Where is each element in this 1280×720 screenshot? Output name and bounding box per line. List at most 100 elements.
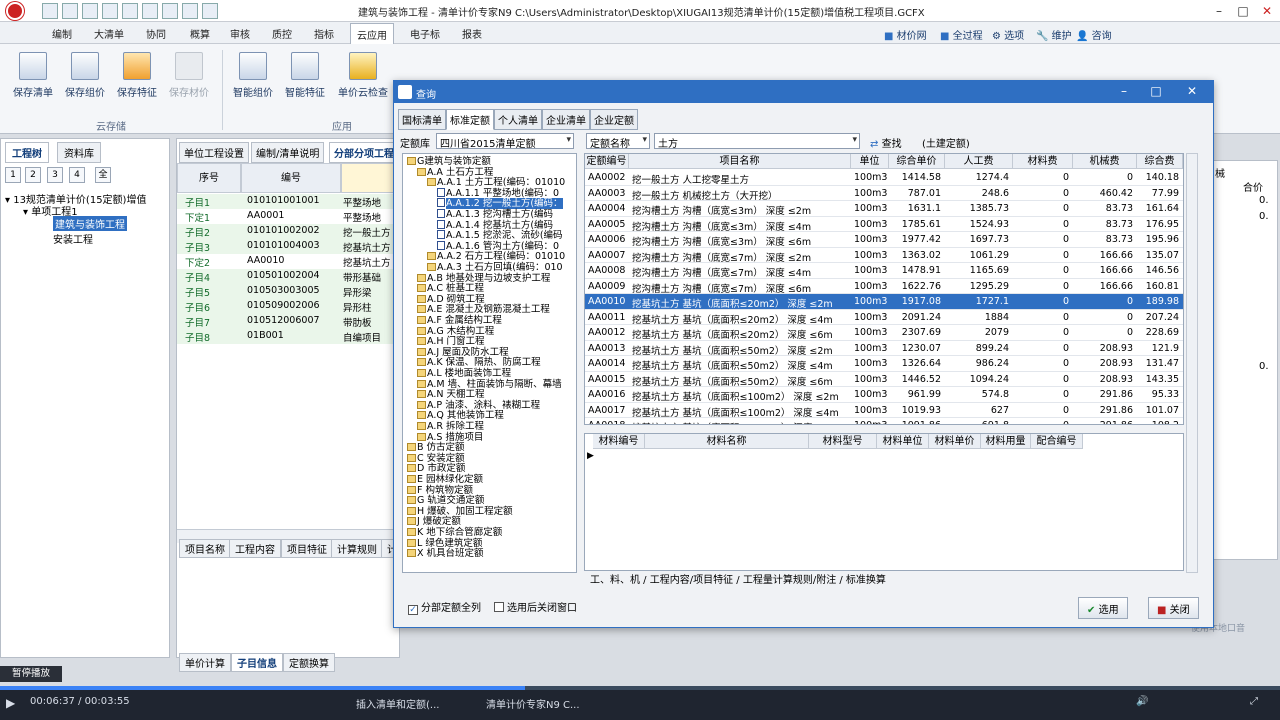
- save-feature-button[interactable]: 保存特征: [114, 52, 160, 99]
- apply-button[interactable]: ✔ 选用: [1078, 597, 1128, 619]
- export-icon[interactable]: [162, 3, 178, 19]
- field-select[interactable]: 定额名称 ▾: [586, 133, 650, 150]
- find-button[interactable]: ⇄ 查找: [870, 135, 902, 150]
- open-file-icon[interactable]: [62, 3, 78, 19]
- level-3-button[interactable]: 3: [47, 167, 63, 183]
- dialog-maximize-button[interactable]: □: [1146, 84, 1166, 98]
- quota-col-header[interactable]: 项目名称: [629, 154, 851, 169]
- tab-item-feature[interactable]: 项目特征: [281, 539, 333, 558]
- full-process-link[interactable]: ■ 全过程: [940, 27, 983, 42]
- library-select[interactable]: 四川省2015清单定额 ▾: [436, 133, 574, 150]
- tab-quality[interactable]: 质控: [272, 26, 292, 41]
- material-col-header[interactable]: 材料型号: [809, 434, 877, 449]
- tab-unit-price-calc[interactable]: 单价计算: [179, 653, 231, 672]
- tab-enterprise-quota[interactable]: 企业定额: [590, 109, 638, 130]
- quota-col-header[interactable]: 单位: [851, 154, 889, 169]
- material-price-link[interactable]: ■ 材价网: [884, 27, 927, 42]
- close-after-apply-checkbox[interactable]: [494, 602, 504, 612]
- quota-table-row[interactable]: AA0010 挖基坑土方 基坑（底面积≤20m2） 深度 ≤2m 100m3 1917…: [585, 294, 1183, 310]
- options-link[interactable]: ⚙ 选项: [992, 27, 1024, 42]
- close-after-apply-option[interactable]: 选用后关闭窗口: [494, 599, 577, 614]
- minimize-button[interactable]: –: [1208, 2, 1230, 20]
- unit-price-check-button[interactable]: 单价云检查: [334, 52, 392, 99]
- undo-icon[interactable]: [122, 3, 138, 19]
- main-table-row[interactable]: 子目7 010512006007 带肋板: [177, 314, 399, 329]
- taskbar-item-app[interactable]: 清单计价专家N9 C...: [486, 696, 580, 711]
- tab-index[interactable]: 指标: [314, 26, 334, 41]
- dialog-minimize-button[interactable]: –: [1114, 84, 1134, 98]
- main-table-row[interactable]: 下定1 AA0001 平整场地: [177, 209, 399, 224]
- quota-table-row[interactable]: AA0005 挖沟槽土方 沟槽（底宽≤3m） 深度 ≤4m 100m3 1785.61…: [585, 217, 1183, 233]
- tab-cloud-app[interactable]: 云应用: [350, 23, 394, 44]
- image-icon[interactable]: [202, 3, 218, 19]
- quota-v-scrollbar[interactable]: [1186, 153, 1198, 573]
- quota-table-row[interactable]: AA0017 挖基坑土方 基坑（底面积≤100m2） 深度 ≤4m 100m3 101…: [585, 403, 1183, 419]
- detail-tab-strip[interactable]: 工、料、机 / 工程内容/项目特征 / 工程量计算规则/附注 / 标准换算: [590, 571, 886, 586]
- main-table-row[interactable]: 子目2 010101002002 挖一般土方: [177, 224, 399, 239]
- quota-table-row[interactable]: AA0002 挖一般土方 人工挖零星土方 100m3 1414.58 1274.4 0 0 1…: [585, 170, 1183, 186]
- maximize-button[interactable]: □: [1232, 2, 1254, 20]
- tab-standard-quota[interactable]: 标准定额: [446, 109, 494, 130]
- tree-installation[interactable]: 安装工程: [53, 231, 93, 246]
- quota-table-row[interactable]: AA0012 挖基坑土方 基坑（底面积≤20m2） 深度 ≤6m 100m3 2307…: [585, 325, 1183, 341]
- quota-table-row[interactable]: AA0011 挖基坑土方 基坑（底面积≤20m2） 深度 ≤4m 100m3 2091…: [585, 310, 1183, 326]
- print-icon[interactable]: [182, 3, 198, 19]
- level-1-button[interactable]: 1: [5, 167, 21, 183]
- quota-col-header[interactable]: 人工费: [945, 154, 1013, 169]
- tab-compile[interactable]: 编制: [52, 26, 72, 41]
- tab-project-tree[interactable]: 工程树: [5, 142, 49, 163]
- quota-table-row[interactable]: AA0003 挖一般土方 机械挖土方（大开挖） 100m3 787.01 248.6 0 4…: [585, 186, 1183, 202]
- quota-col-header[interactable]: 机械费: [1073, 154, 1137, 169]
- tab-item-name[interactable]: 项目名称: [179, 539, 231, 558]
- material-col-header[interactable]: 材料单价: [929, 434, 981, 449]
- quota-table-row[interactable]: AA0004 挖沟槽土方 沟槽（底宽≤3m） 深度 ≤2m 100m3 1631.1 1…: [585, 201, 1183, 217]
- consult-link[interactable]: 👤 咨询: [1076, 27, 1112, 42]
- new-file-icon[interactable]: [42, 3, 58, 19]
- quota-table-row[interactable]: AA0008 挖沟槽土方 沟槽（底宽≤7m） 深度 ≤4m 100m3 1478.91…: [585, 263, 1183, 279]
- check-all-checkbox[interactable]: ✓: [408, 605, 418, 615]
- close-button[interactable]: ✕: [1256, 2, 1278, 20]
- tab-work-content[interactable]: 工程内容: [229, 539, 281, 558]
- quota-table-row[interactable]: AA0009 挖沟槽土方 沟槽（底宽≤7m） 深度 ≤6m 100m3 1622.76…: [585, 279, 1183, 295]
- smart-feature-button[interactable]: 智能特征: [282, 52, 328, 99]
- save-list-button[interactable]: 保存清单: [10, 52, 56, 99]
- quota-table-row[interactable]: AA0015 挖基坑土方 基坑（底面积≤50m2） 深度 ≤6m 100m3 1446…: [585, 372, 1183, 388]
- folder-icon[interactable]: [102, 3, 118, 19]
- quota-table-row[interactable]: AA0016 挖基坑土方 基坑（底面积≤100m2） 深度 ≤2m 100m3 961…: [585, 387, 1183, 403]
- level-2-button[interactable]: 2: [25, 167, 41, 183]
- quota-table-row[interactable]: AA0007 挖沟槽土方 沟槽（底宽≤7m） 深度 ≤2m 100m3 1363.02…: [585, 248, 1183, 264]
- level-4-button[interactable]: 4: [69, 167, 85, 183]
- quota-table-row[interactable]: AA0006 挖沟槽土方 沟槽（底宽≤3m） 深度 ≤6m 100m3 1977.42…: [585, 232, 1183, 248]
- save-icon[interactable]: [82, 3, 98, 19]
- maintain-link[interactable]: 🔧 维护: [1036, 27, 1072, 42]
- save-material-price-button[interactable]: 保存材价: [166, 52, 212, 99]
- material-col-header[interactable]: 材料名称: [645, 434, 809, 449]
- taskbar-item-insert[interactable]: 插入清单和定额(...: [356, 696, 439, 711]
- material-col-header[interactable]: 材料用量: [981, 434, 1031, 449]
- volume-icon[interactable]: 🔊: [1136, 696, 1148, 707]
- tab-unit-settings[interactable]: 单位工程设置: [179, 142, 249, 163]
- save-pricing-button[interactable]: 保存组价: [62, 52, 108, 99]
- level-all-button[interactable]: 全: [95, 167, 111, 183]
- material-col-header[interactable]: 材料单位: [877, 434, 929, 449]
- fullscreen-icon[interactable]: ⤢: [1250, 696, 1258, 707]
- tab-e-bid[interactable]: 电子标: [410, 26, 440, 41]
- search-input[interactable]: 土方 ▾: [654, 133, 860, 150]
- tab-big-list[interactable]: 大清单: [94, 26, 124, 41]
- tab-quota-convert[interactable]: 定额换算: [283, 653, 335, 672]
- quota-table-row[interactable]: AA0013 挖基坑土方 基坑（底面积≤50m2） 深度 ≤2m 100m3 1230…: [585, 341, 1183, 357]
- tab-estimate[interactable]: 概算: [190, 26, 210, 41]
- quota-col-header[interactable]: 综合单价: [889, 154, 945, 169]
- main-table-row[interactable]: 子目3 010101004003 挖基坑土方: [177, 239, 399, 254]
- main-table-row[interactable]: 子目1 010101001001 平整场地: [177, 194, 399, 209]
- quota-table-row[interactable]: AA0014 挖基坑土方 基坑（底面积≤50m2） 深度 ≤4m 100m3 1326…: [585, 356, 1183, 372]
- main-table-row[interactable]: 子目6 010509002006 异形柱: [177, 299, 399, 314]
- play-icon[interactable]: ▶: [6, 696, 15, 710]
- playback-progress[interactable]: [0, 686, 1280, 690]
- tree-building-decoration[interactable]: 建筑与装饰工程: [53, 216, 127, 231]
- tab-personal-list[interactable]: 个人清单: [494, 109, 542, 130]
- redo-icon[interactable]: [142, 3, 158, 19]
- tab-calc-rule[interactable]: 计算规则: [331, 539, 383, 558]
- tab-sub-items[interactable]: 分部分项工程: [329, 142, 399, 163]
- quota-col-header[interactable]: 材料费: [1013, 154, 1073, 169]
